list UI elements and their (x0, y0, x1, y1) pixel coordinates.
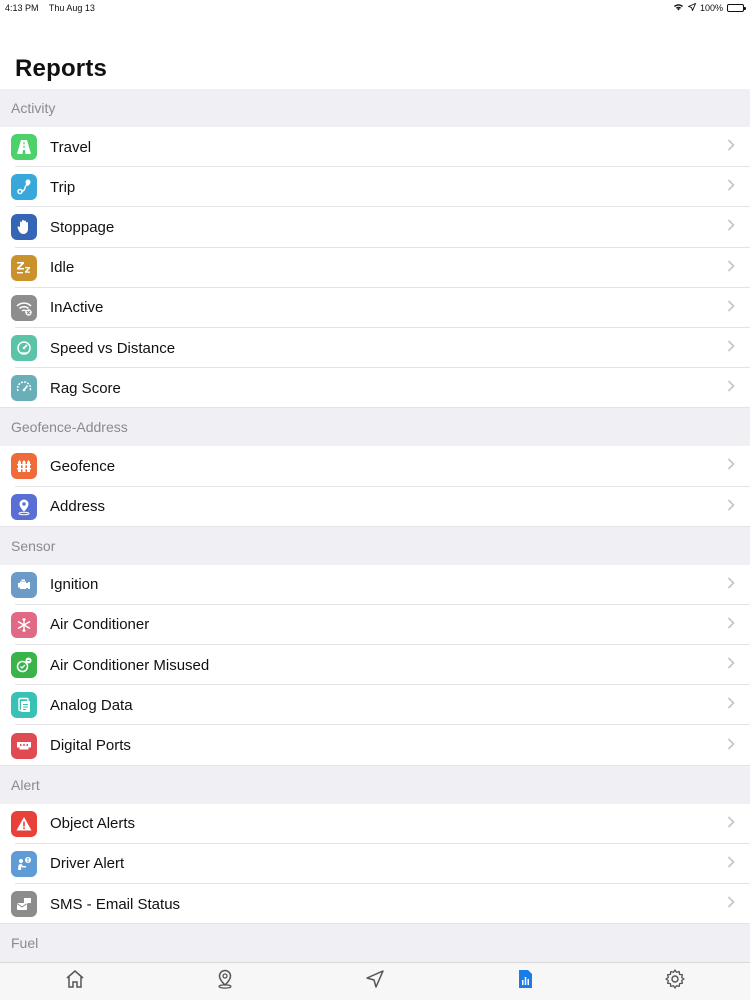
report-label: Stoppage (50, 218, 115, 236)
report-row-travel[interactable]: Travel (0, 127, 750, 168)
wifi-off-icon (11, 294, 37, 321)
report-row-analog-data[interactable]: Analog Data (0, 685, 750, 726)
warning-icon (11, 810, 37, 837)
report-label: InActive (50, 299, 104, 317)
chevron-right-icon (727, 339, 739, 357)
section-header-alert: Alert (0, 765, 750, 804)
route-icon (11, 174, 37, 201)
report-row-sms-email-status[interactable]: SMS - Email Status (0, 884, 750, 925)
chevron-right-icon (727, 737, 739, 755)
fence-icon (11, 453, 37, 480)
section-header-activity: Activity (0, 89, 750, 127)
status-bar: 4:13 PM Thu Aug 13 100% (0, 0, 750, 16)
road-icon (11, 134, 37, 161)
report-label: Speed vs Distance (50, 339, 176, 357)
report-row-idle[interactable]: Idle (0, 247, 750, 288)
location-pin-icon (11, 493, 37, 520)
report-row-air-conditioner-misused[interactable]: Air Conditioner Misused (0, 645, 750, 686)
chevron-right-icon (727, 616, 739, 634)
chevron-right-icon (727, 299, 739, 317)
section-header-geofence-address: Geofence-Address (0, 408, 750, 447)
chevron-right-icon (727, 379, 739, 397)
status-right: 100% (673, 2, 746, 13)
report-row-ignition[interactable]: Ignition (0, 564, 750, 606)
snowflake-icon (11, 611, 37, 638)
home-icon (64, 968, 86, 995)
status-left: 4:13 PM Thu Aug 13 (5, 3, 103, 13)
report-row-digital-ports[interactable]: Digital Ports (0, 725, 750, 766)
report-row-air-conditioner[interactable]: Air Conditioner (0, 604, 750, 646)
chevron-right-icon (727, 218, 739, 236)
sms-email-icon (11, 891, 37, 918)
chevron-right-icon (727, 138, 739, 156)
report-row-trip[interactable]: Trip (0, 167, 750, 208)
chevron-right-icon (727, 895, 739, 913)
chevron-right-icon (727, 457, 739, 475)
status-time: 4:13 PM (5, 3, 39, 13)
report-label: Geofence (50, 457, 116, 475)
page-title: Reports (15, 55, 108, 82)
chevron-right-icon (727, 656, 739, 674)
analog-data-icon (11, 692, 37, 719)
chevron-right-icon (727, 178, 739, 196)
location-arrow-icon (687, 2, 697, 13)
report-label: SMS - Email Status (50, 895, 181, 913)
tab-map[interactable] (205, 967, 245, 997)
battery-icon (727, 4, 746, 12)
report-label: Travel (50, 138, 92, 156)
battery-percent: 100% (699, 3, 723, 13)
section-header-fuel: Fuel (0, 924, 750, 963)
section-header-sensor: Sensor (0, 526, 750, 565)
gauge-icon (11, 375, 37, 402)
report-label: Analog Data (50, 696, 133, 714)
report-label: Air Conditioner Misused (50, 656, 210, 674)
report-row-stoppage[interactable]: Stoppage (0, 207, 750, 248)
chevron-right-icon (727, 696, 739, 714)
chevron-right-icon (727, 498, 739, 516)
reports-list: Activity Travel Trip Stoppage Idle InAct… (0, 89, 750, 963)
driver-alert-icon (11, 850, 37, 877)
tab-reports[interactable] (505, 967, 545, 997)
report-label: Trip (50, 178, 76, 196)
report-label: Rag Score (50, 379, 121, 397)
port-icon (11, 732, 37, 759)
report-label: Driver Alert (50, 855, 125, 873)
chevron-right-icon (727, 576, 739, 594)
report-row-driver-alert[interactable]: Driver Alert (0, 843, 750, 885)
hand-stop-icon (11, 214, 37, 241)
wifi-icon (673, 3, 684, 13)
report-row-rag-score[interactable]: Rag Score (0, 368, 750, 409)
report-label: Digital Ports (50, 737, 131, 755)
report-row-object-alerts[interactable]: Object Alerts (0, 803, 750, 845)
report-row-geofence[interactable]: Geofence (0, 446, 750, 487)
report-label: Idle (50, 259, 75, 277)
tab-home[interactable] (55, 967, 95, 997)
report-label: Object Alerts (50, 815, 136, 833)
chevron-right-icon (727, 855, 739, 873)
reports-icon (514, 968, 536, 995)
report-label: Ignition (50, 576, 99, 594)
report-row-address[interactable]: Address (0, 486, 750, 527)
ac-misuse-icon (11, 652, 37, 679)
report-row-speed-vs-distance[interactable]: Speed vs Distance (0, 327, 750, 369)
report-label: Address (50, 498, 106, 516)
speed-icon (11, 335, 37, 362)
status-date: Thu Aug 13 (48, 3, 95, 13)
chevron-right-icon (727, 259, 739, 277)
report-row-inactive[interactable]: InActive (0, 287, 750, 329)
report-label: Air Conditioner (50, 616, 150, 634)
tab-navigate[interactable] (355, 967, 395, 997)
tab-bar (0, 962, 750, 1000)
map-pin-icon (214, 968, 236, 995)
engine-icon (11, 571, 37, 598)
tab-settings[interactable] (655, 967, 695, 997)
gear-icon (664, 968, 686, 995)
navigation-arrow-icon (364, 968, 386, 995)
sleep-zz-icon (11, 254, 37, 281)
chevron-right-icon (727, 815, 739, 833)
